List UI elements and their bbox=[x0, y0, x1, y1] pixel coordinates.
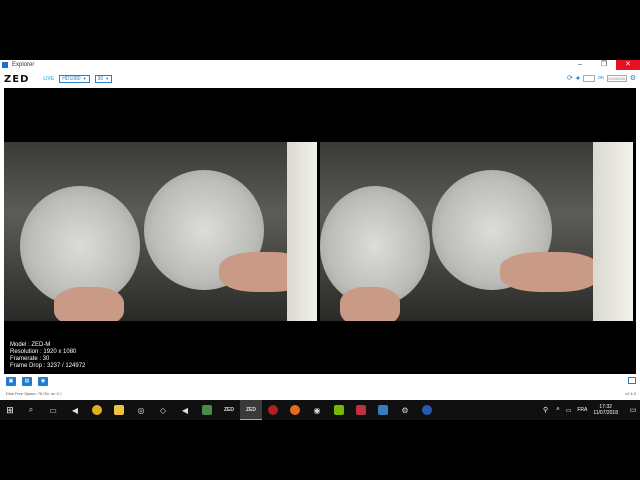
model-text: Model : ZED-M bbox=[10, 342, 51, 348]
resolution-value: HD1080 bbox=[62, 76, 81, 82]
toolbar: ZED LIVE HD1080 ▼ 30 ▼ ⟳ ● on H1080/45 ⚙ bbox=[0, 70, 640, 88]
zed-explorer-window: Explorer – ❐ ✕ ZED LIVE HD1080 ▼ 30 ▼ ⟳ … bbox=[0, 60, 640, 400]
system-tray: ⚲ ˄ ▭ FRA 17:32 11/07/2018 ▭ bbox=[543, 400, 640, 420]
fps-value: 30 bbox=[97, 76, 104, 82]
notification-icon[interactable]: ▭ bbox=[626, 406, 640, 414]
window-controls: – ❐ ✕ bbox=[568, 60, 640, 70]
paint-icon[interactable] bbox=[350, 400, 372, 420]
chevron-up-icon[interactable]: ˄ bbox=[556, 407, 560, 413]
snapshot-icon[interactable]: ▣ bbox=[6, 377, 16, 386]
zed-logo: ZED bbox=[4, 73, 30, 85]
live-tab[interactable]: LIVE bbox=[43, 76, 54, 82]
right-camera-image bbox=[320, 142, 633, 321]
disk-free-space: Disk Free Space: 76 Gb. on C:\ bbox=[6, 391, 62, 396]
svo-icon[interactable]: ▤ bbox=[22, 377, 32, 386]
chevron-down-icon: ▼ bbox=[105, 76, 110, 81]
steam-icon[interactable]: ◎ bbox=[130, 400, 152, 420]
minimize-button[interactable]: – bbox=[568, 60, 592, 70]
firefox-icon[interactable] bbox=[284, 400, 306, 420]
nvidia-icon[interactable] bbox=[328, 400, 350, 420]
search-icon[interactable]: ⌕ bbox=[20, 400, 42, 420]
clock-date: 11/07/2018 bbox=[593, 410, 618, 416]
start-button[interactable]: ⊞ bbox=[0, 400, 20, 420]
zed-depth-viewer-icon[interactable]: ZED bbox=[240, 400, 262, 420]
visual-studio-icon[interactable]: ◀ bbox=[174, 400, 196, 420]
version-label: v2.4.0 bbox=[625, 391, 636, 396]
chevron-down-icon: ▼ bbox=[82, 76, 87, 81]
resolution-text: Resolution : 1920 x 1080 bbox=[10, 349, 77, 355]
chrome-icon[interactable] bbox=[86, 400, 108, 420]
red-app-icon[interactable] bbox=[262, 400, 284, 420]
frame-drop-text: Frame Drop : 3237 / 124972 bbox=[10, 363, 86, 369]
record-input[interactable] bbox=[583, 74, 596, 82]
blue-app-icon[interactable] bbox=[416, 400, 438, 420]
screen: Explorer – ❐ ✕ ZED LIVE HD1080 ▼ 30 ▼ ⟳ … bbox=[0, 0, 640, 480]
record-icon[interactable]: ● bbox=[576, 75, 580, 82]
unity-icon[interactable]: ◇ bbox=[152, 400, 174, 420]
vr-icon[interactable]: ◉ bbox=[306, 400, 328, 420]
monitor-icon[interactable] bbox=[372, 400, 394, 420]
network-icon[interactable]: ▭ bbox=[566, 407, 572, 414]
language-indicator[interactable]: FRA bbox=[577, 407, 587, 413]
people-icon[interactable]: ⚲ bbox=[543, 406, 548, 414]
zed-explorer-icon[interactable]: ZED bbox=[218, 400, 240, 420]
bottom-bar: ▣ ▤ ◉ Disk Free Space: 76 Gb. on C:\ v2.… bbox=[0, 374, 640, 400]
task-view-icon[interactable]: ▭ bbox=[42, 400, 64, 420]
close-button[interactable]: ✕ bbox=[616, 60, 640, 70]
toolbar-right: ⟳ ● on H1080/45 ⚙ bbox=[567, 74, 636, 82]
window-title: Explorer bbox=[12, 62, 35, 68]
on-label: on bbox=[598, 75, 604, 81]
refresh-icon[interactable]: ⟳ bbox=[567, 74, 573, 82]
mode-box[interactable]: H1080/45 bbox=[606, 74, 627, 82]
bottom-actions: ▣ ▤ ◉ bbox=[6, 377, 48, 386]
camera-info-overlay: Model : ZED-M Resolution : 1920 x 1080 F… bbox=[10, 342, 85, 370]
maximize-button[interactable]: ❐ bbox=[592, 60, 616, 70]
gear-icon[interactable]: ⚙ bbox=[630, 74, 636, 82]
framerate-text: Framerate : 30 bbox=[10, 356, 50, 362]
app-icon bbox=[2, 62, 8, 68]
record-button-icon[interactable]: ◉ bbox=[38, 377, 48, 386]
clock[interactable]: 17:32 11/07/2018 bbox=[593, 404, 618, 416]
fullscreen-icon[interactable] bbox=[628, 377, 636, 384]
settings-icon[interactable]: ⚙ bbox=[394, 400, 416, 420]
taskbar: ⊞ ⌕ ▭ ◀ ◎ ◇ ◀ ZED ZED ◉ ⚙ ⚲ ˄ ▭ FRA 17:3… bbox=[0, 400, 640, 420]
left-camera-image bbox=[4, 142, 317, 321]
file-explorer-icon[interactable] bbox=[108, 400, 130, 420]
fps-select[interactable]: 30 ▼ bbox=[94, 75, 113, 83]
resolution-select[interactable]: HD1080 ▼ bbox=[59, 75, 90, 83]
video-view: Model : ZED-M Resolution : 1920 x 1080 F… bbox=[4, 88, 636, 374]
photos-icon[interactable] bbox=[196, 400, 218, 420]
title-bar[interactable]: Explorer – ❐ ✕ bbox=[0, 60, 640, 70]
media-player-icon[interactable]: ◀ bbox=[64, 400, 86, 420]
